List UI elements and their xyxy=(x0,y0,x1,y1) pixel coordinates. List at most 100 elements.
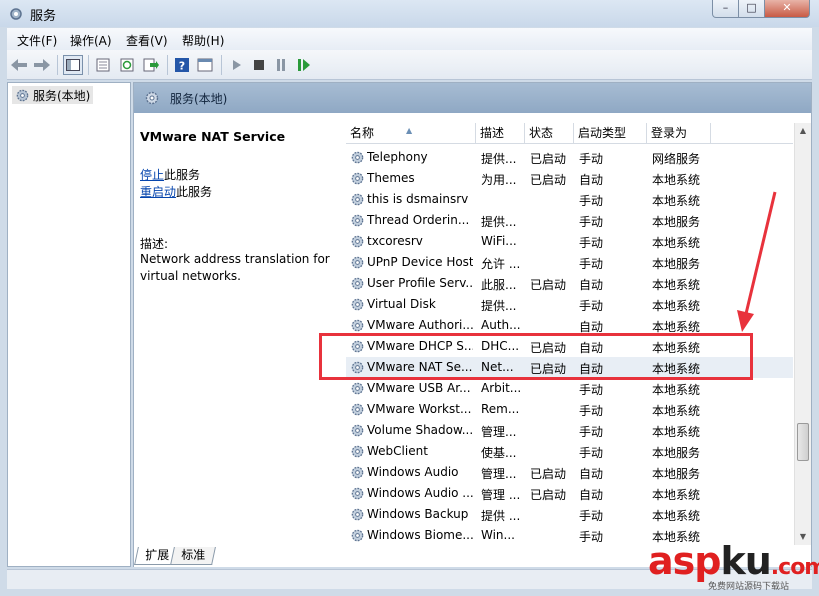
window-title: 服务 xyxy=(30,9,57,24)
service-startup-cell: 手动 xyxy=(579,257,604,271)
service-logon-cell: 本地系统 xyxy=(652,194,701,208)
tree-item-services-local[interactable]: 服务(本地) xyxy=(12,86,94,104)
column-status[interactable]: 状态 xyxy=(525,123,574,144)
service-name-cell: Windows Audio xyxy=(367,465,459,479)
show-hide-tree-icon[interactable] xyxy=(63,55,83,75)
service-row[interactable]: Telephony 提供... 已启动 手动 网络服务 xyxy=(346,147,793,168)
service-logon-cell: 本地系统 xyxy=(652,173,701,187)
service-gear-icon xyxy=(351,382,364,395)
vertical-scrollbar[interactable]: ▲ ▼ xyxy=(794,123,811,545)
service-logon-cell: 本地系统 xyxy=(652,404,701,418)
forward-icon[interactable] xyxy=(32,55,52,75)
service-startup-cell: 手动 xyxy=(579,299,604,313)
service-logon-cell: 本地服务 xyxy=(652,215,701,229)
service-logon-cell: 本地系统 xyxy=(652,425,701,439)
restart-action: 重启动此服务 xyxy=(140,183,212,200)
svg-text:?: ? xyxy=(179,60,185,73)
service-gear-icon xyxy=(351,319,364,332)
column-name[interactable]: 名称 ▲ xyxy=(346,123,476,144)
stop-service-link[interactable]: 停止 xyxy=(140,168,164,182)
service-desc-cell: 提供 ... xyxy=(481,509,521,523)
service-logon-cell: 本地服务 xyxy=(652,257,701,271)
services-pane: 服务(本地) VMware NAT Service 停止此服务 重启动此服务 描… xyxy=(133,82,812,567)
resume-icon[interactable] xyxy=(294,55,314,75)
service-startup-cell: 手动 xyxy=(579,446,604,460)
service-startup-cell: 手动 xyxy=(579,152,604,166)
gear-icon xyxy=(145,91,159,105)
service-desc-cell: 提供... xyxy=(481,299,517,313)
service-name-cell: Windows Biome... xyxy=(367,528,473,542)
highlight-box xyxy=(319,333,753,380)
service-gear-icon xyxy=(351,256,364,269)
service-row[interactable]: Volume Shadow... 管理... 手动 本地系统 xyxy=(346,420,793,441)
tab-standard[interactable]: 标准 xyxy=(170,547,216,565)
menu-file[interactable]: 文件(F) xyxy=(17,32,57,49)
service-desc-cell: 此服... xyxy=(481,278,517,292)
service-status-cell: 已启动 xyxy=(530,467,567,481)
service-row[interactable]: Windows Audio ... 管理 ... 已启动 自动 本地系统 xyxy=(346,483,793,504)
service-row[interactable]: VMware Workst... Rem... 手动 本地系统 xyxy=(346,399,793,420)
service-name-cell: VMware Authori... xyxy=(367,318,473,332)
watermark-logo: aspku.com 免费网站源码下载站 xyxy=(648,539,819,592)
export-icon[interactable] xyxy=(141,55,161,75)
menu-view[interactable]: 查看(V) xyxy=(126,32,168,49)
service-logon-cell: 本地服务 xyxy=(652,446,701,460)
service-name-cell: this is dsmainsrv xyxy=(367,192,469,206)
service-logon-cell: 本地系统 xyxy=(652,383,701,397)
column-startup-type[interactable]: 启动类型 xyxy=(574,123,647,144)
service-startup-cell: 手动 xyxy=(579,215,604,229)
menu-help[interactable]: 帮助(H) xyxy=(182,32,224,49)
maximize-button[interactable]: □ xyxy=(738,0,765,18)
help-icon[interactable]: ? xyxy=(172,55,192,75)
properties-icon[interactable] xyxy=(93,55,113,75)
service-desc-cell: 提供... xyxy=(481,152,517,166)
service-desc-cell: Win... xyxy=(481,528,515,542)
back-icon[interactable] xyxy=(9,55,29,75)
close-button[interactable]: ✕ xyxy=(764,0,810,18)
service-row[interactable]: Windows Audio 管理... 已启动 自动 本地服务 xyxy=(346,462,793,483)
service-gear-icon xyxy=(351,466,364,479)
service-logon-cell: 本地系统 xyxy=(652,509,701,523)
service-startup-cell: 自动 xyxy=(579,488,604,502)
service-gear-icon xyxy=(351,487,364,500)
restart-service-link[interactable]: 重启动 xyxy=(140,185,176,199)
refresh-icon[interactable] xyxy=(117,55,137,75)
service-name-cell: Windows Audio ... xyxy=(367,486,473,500)
stop-icon[interactable] xyxy=(249,55,269,75)
service-row[interactable]: WebClient 使基... 手动 本地服务 xyxy=(346,441,793,462)
pane-header-title: 服务(本地) xyxy=(170,92,228,106)
service-row[interactable]: Windows Backup 提供 ... 手动 本地系统 xyxy=(346,504,793,525)
service-gear-icon xyxy=(351,445,364,458)
service-name-cell: Thread Orderin... xyxy=(367,213,470,227)
play-icon[interactable] xyxy=(227,55,247,75)
service-status-cell: 已启动 xyxy=(530,173,567,187)
gear-icon xyxy=(16,89,29,101)
service-gear-icon xyxy=(351,298,364,311)
description-text: Network address translation for virtual … xyxy=(140,252,330,283)
menu-action[interactable]: 操作(A) xyxy=(70,32,112,49)
service-desc-cell: Rem... xyxy=(481,402,520,416)
stop-suffix: 此服务 xyxy=(164,168,201,182)
service-name-cell: VMware Workst... xyxy=(367,402,472,416)
column-description[interactable]: 描述 xyxy=(476,123,525,144)
service-logon-cell: 本地系统 xyxy=(652,278,701,292)
scroll-thumb[interactable] xyxy=(797,423,809,461)
service-name-cell: Telephony xyxy=(367,150,428,164)
selected-service-name: VMware NAT Service xyxy=(140,129,286,144)
column-log-on-as[interactable]: 登录为 xyxy=(647,123,711,144)
stop-action: 停止此服务 xyxy=(140,166,200,183)
service-name-cell: UPnP Device Host xyxy=(367,255,473,269)
service-desc-cell: 允许 ... xyxy=(481,257,521,271)
service-logon-cell: 网络服务 xyxy=(652,152,701,166)
minimize-button[interactable]: – xyxy=(712,0,739,18)
pause-icon[interactable] xyxy=(271,55,291,75)
service-row[interactable]: Themes 为用... 已启动 自动 本地系统 xyxy=(346,168,793,189)
service-gear-icon xyxy=(351,193,364,206)
service-desc-cell: 管理 ... xyxy=(481,488,521,502)
tree-item-label: 服务(本地) xyxy=(33,88,91,103)
scroll-up-icon[interactable]: ▲ xyxy=(795,123,811,139)
console-icon[interactable] xyxy=(195,55,215,75)
service-name-cell: txcoresrv xyxy=(367,234,423,248)
service-desc-cell: Arbit... xyxy=(481,381,521,395)
service-row[interactable]: VMware USB Ar... Arbit... 手动 本地系统 xyxy=(346,378,793,399)
